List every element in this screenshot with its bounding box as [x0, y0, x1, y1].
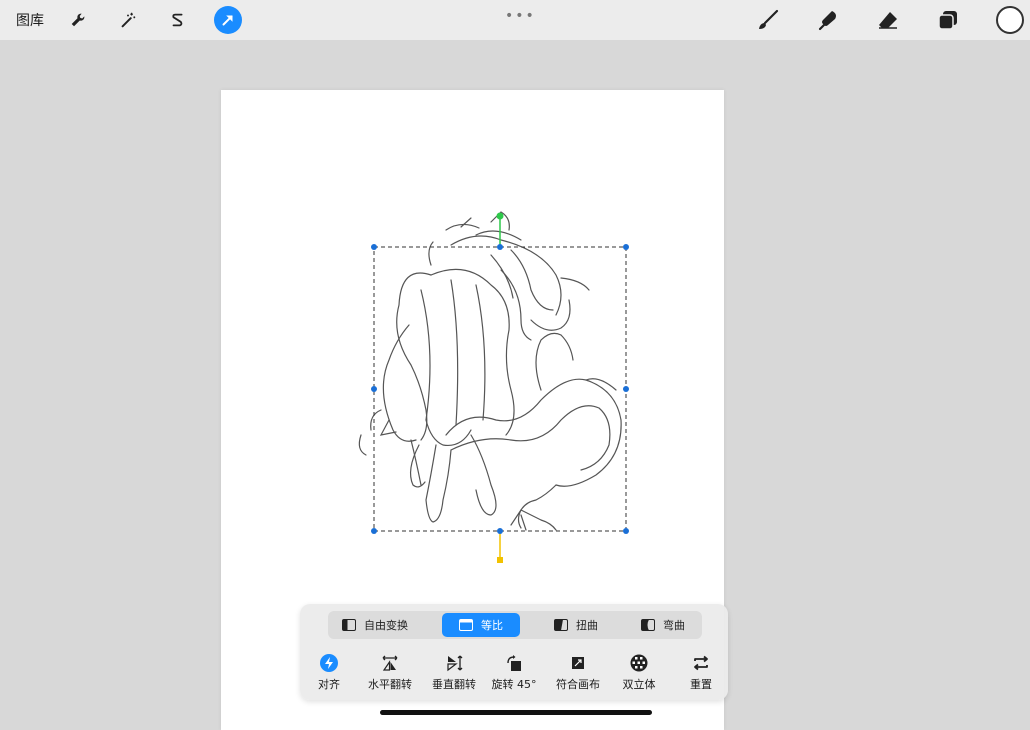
reset-button[interactable]: 重置 — [684, 654, 718, 694]
flip-horizontal-button[interactable]: 水平翻转 — [364, 654, 416, 694]
flip-vertical-button[interactable]: 垂直翻转 — [428, 654, 480, 694]
wrench-icon[interactable] — [64, 6, 92, 34]
transform-arrow-icon[interactable] — [214, 6, 242, 34]
mode-distort-button[interactable]: 扭曲 — [540, 613, 612, 637]
flip-horizontal-icon — [382, 655, 398, 671]
mode-distort-label: 扭曲 — [576, 619, 598, 632]
eraser-icon[interactable] — [874, 6, 902, 34]
reset-label: 重置 — [690, 678, 712, 691]
transform-panel: 自由变换 等比 扭曲 弯曲 对齐 水平翻转 垂直翻转 旋转 45° 符合画布 双… — [300, 604, 728, 700]
layers-icon[interactable] — [934, 6, 962, 34]
snap-icon — [320, 654, 338, 672]
reset-icon — [694, 655, 708, 671]
more-options-icon[interactable]: ••• — [505, 8, 536, 24]
flip-vertical-icon — [447, 655, 463, 672]
mode-warp-label: 弯曲 — [663, 619, 685, 632]
bicubic-button[interactable]: 双立体 — [618, 654, 660, 694]
mode-uniform-label: 等比 — [481, 619, 503, 632]
flip-horizontal-label: 水平翻转 — [368, 678, 412, 691]
bicubic-icon — [630, 654, 648, 672]
warp-icon — [641, 619, 655, 631]
rotate-45-label: 旋转 45° — [491, 678, 537, 691]
distort-icon — [554, 619, 568, 631]
mode-freeform-button[interactable]: 自由变换 — [332, 613, 418, 637]
fit-canvas-button[interactable]: 符合画布 — [552, 654, 604, 694]
gallery-button[interactable]: 图库 — [16, 10, 44, 30]
rotate-45-button[interactable]: 旋转 45° — [490, 654, 538, 694]
fit-canvas-icon — [572, 657, 584, 669]
brush-icon[interactable] — [754, 6, 782, 34]
rotate-45-icon — [507, 655, 521, 671]
mode-warp-button[interactable]: 弯曲 — [628, 613, 698, 637]
freeform-icon — [342, 619, 356, 631]
mode-freeform-label: 自由变换 — [364, 619, 408, 632]
color-picker-button[interactable] — [996, 6, 1024, 34]
magic-wand-icon[interactable] — [114, 6, 142, 34]
fit-canvas-label: 符合画布 — [556, 678, 600, 691]
transform-mode-selector: 自由变换 等比 扭曲 弯曲 — [328, 611, 702, 639]
home-indicator[interactable] — [380, 710, 652, 715]
uniform-icon — [459, 619, 473, 631]
smudge-icon[interactable] — [814, 6, 842, 34]
bicubic-label: 双立体 — [622, 678, 656, 691]
flip-vertical-label: 垂直翻转 — [432, 678, 476, 691]
snap-label: 对齐 — [318, 678, 340, 691]
top-toolbar: 图库 ••• — [0, 0, 1030, 40]
snap-button[interactable]: 对齐 — [315, 654, 343, 694]
selection-s-icon[interactable] — [164, 6, 192, 34]
mode-uniform-button[interactable]: 等比 — [442, 613, 520, 637]
